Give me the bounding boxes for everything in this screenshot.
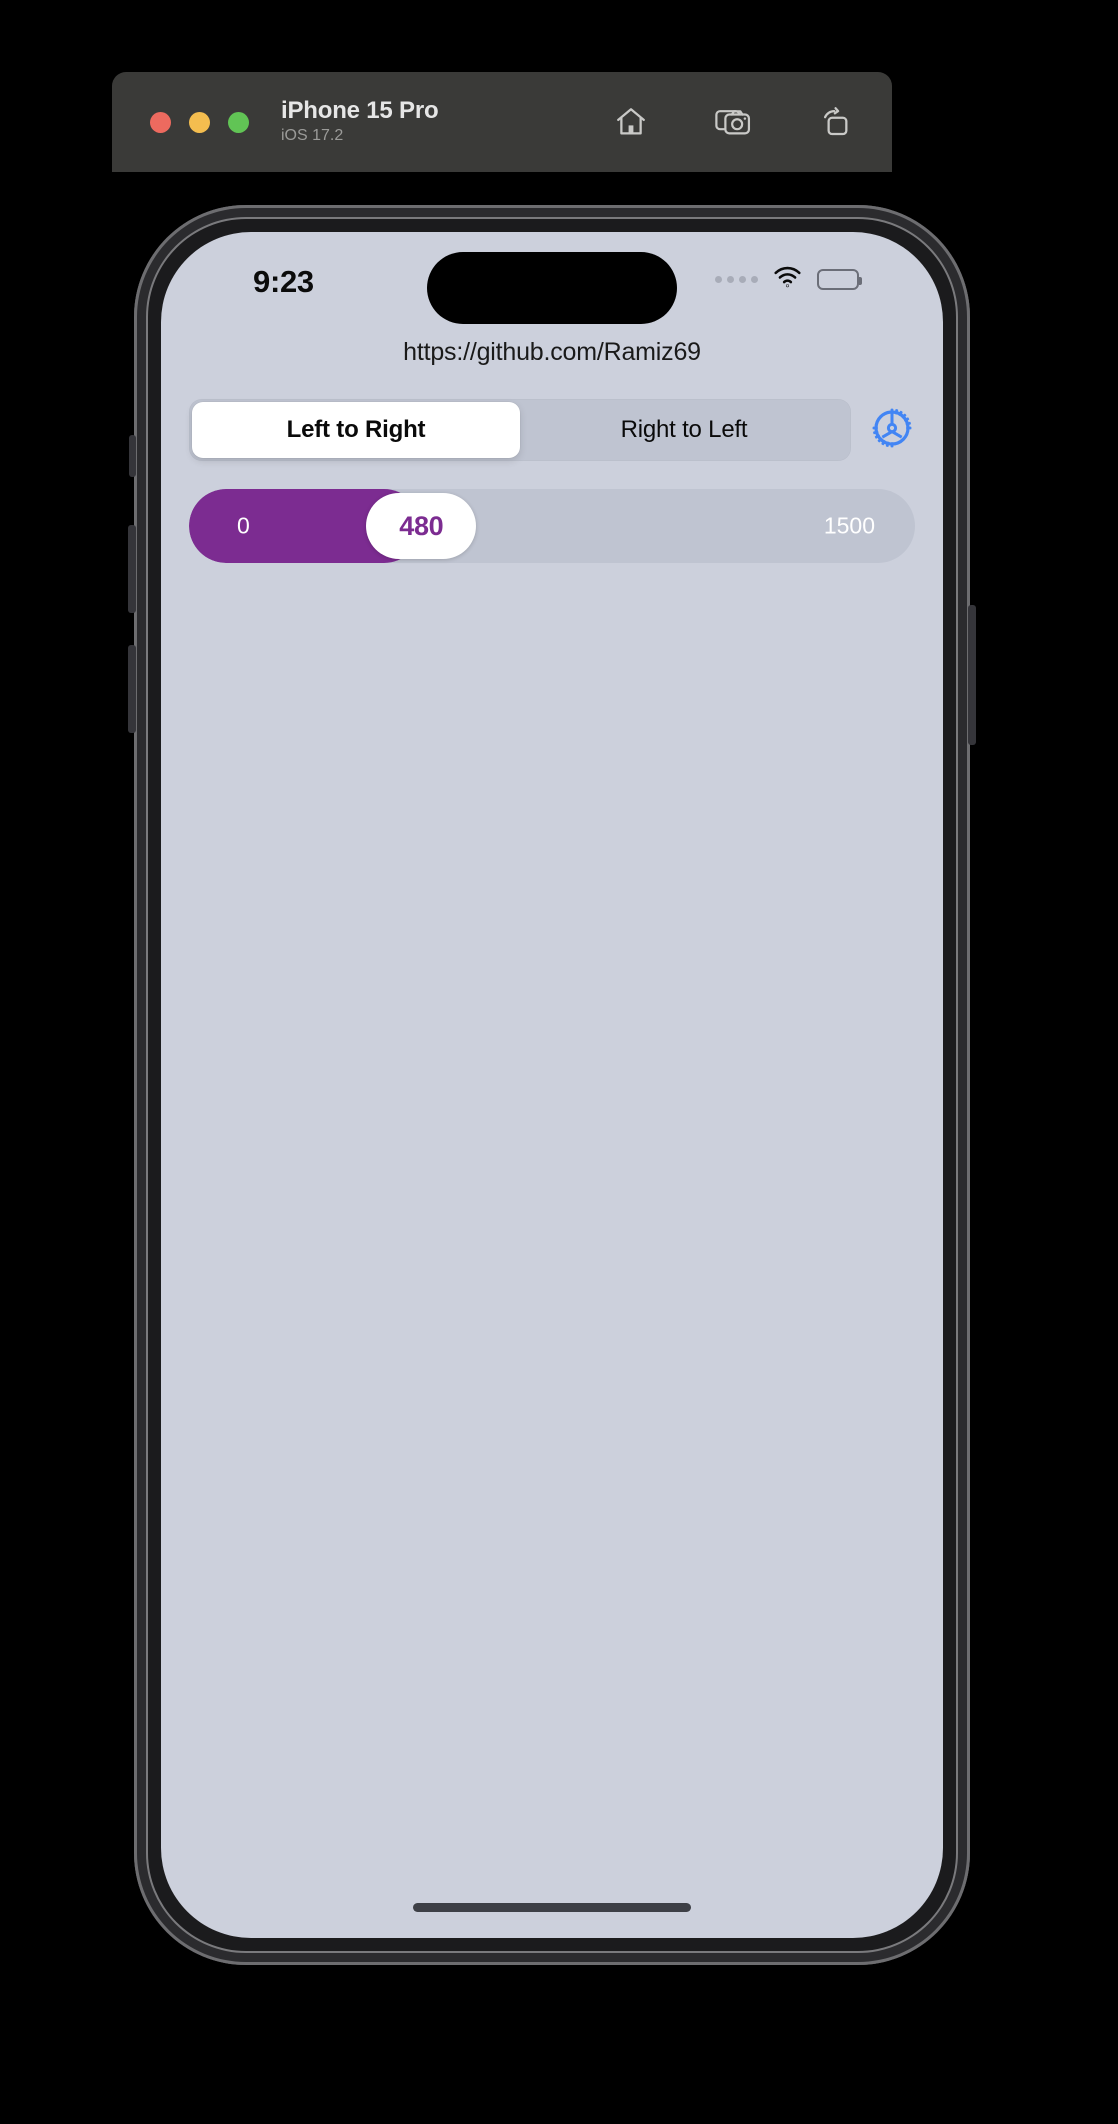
volume-up-button[interactable] [128,525,136,613]
volume-down-button[interactable] [128,645,136,733]
slider-min-label: 0 [237,512,250,539]
status-bar-time: 9:23 [253,264,314,299]
segment-left-to-right-label: Left to Right [286,416,426,443]
slider-wrap: 0 1500 480 [189,489,915,563]
device-mockup: 9:23 https://github.com/Ramiz69 Left to … [128,205,976,1965]
dynamic-island [427,252,677,324]
segment-right-to-left[interactable]: Right to Left [520,402,848,458]
power-button[interactable] [968,605,976,745]
minimize-button[interactable] [189,111,210,133]
home-icon [614,105,648,139]
direction-segmented-control[interactable]: Left to Right Right to Left [189,399,851,461]
slider-track [189,489,915,563]
close-button[interactable] [150,111,171,133]
simulator-device-title: iPhone 15 Pro [281,96,439,124]
screenshot-button[interactable] [712,101,754,143]
rotate-button[interactable] [814,101,856,143]
github-url-label: https://github.com/Ramiz69 [403,338,701,366]
slider-thumb[interactable]: 480 [366,493,477,559]
wifi-icon [773,266,802,293]
ios-status-bar: 9:23 [161,232,943,330]
rotate-icon [818,105,852,139]
simulator-titlebar: iPhone 15 Pro iOS 17.2 [112,72,892,172]
value-slider[interactable]: 0 1500 480 [189,489,915,563]
segment-right-to-left-label: Right to Left [620,416,748,443]
slider-max-label: 1500 [823,512,875,539]
app-content: https://github.com/Ramiz69 Left to Right… [161,338,943,563]
cellular-dots-icon [715,276,758,283]
settings-button[interactable] [869,407,915,453]
home-button[interactable] [610,101,652,143]
battery-icon [817,269,862,290]
device-screen: 9:23 https://github.com/Ramiz69 Left to … [161,232,943,1938]
silent-switch[interactable] [129,435,136,477]
home-indicator [413,1903,691,1912]
segment-left-to-right[interactable]: Left to Right [192,402,520,458]
simulator-title-block: iPhone 15 Pro iOS 17.2 [281,96,439,147]
status-bar-indicators [715,266,862,293]
simulator-toolbar [610,101,856,143]
screenshot-icon [715,105,751,139]
slider-value-label: 480 [399,510,444,541]
window-controls [150,111,249,133]
simulator-os-version: iOS 17.2 [281,127,344,145]
gear-icon [870,406,914,455]
zoom-button[interactable] [228,111,249,133]
controls-row: Left to Right Right to Left [189,399,915,461]
